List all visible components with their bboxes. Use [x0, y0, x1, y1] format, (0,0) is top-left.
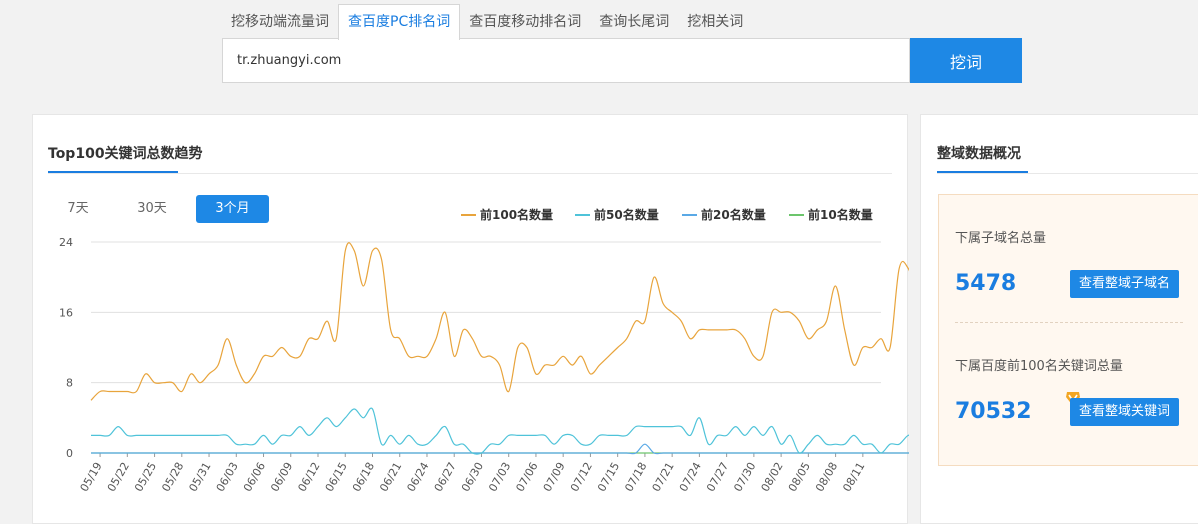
x-tick-label: 08/02: [759, 460, 786, 494]
x-tick-label: 06/09: [268, 460, 295, 494]
subdomain-total-label: 下属子域名总量: [955, 231, 1047, 246]
x-tick-label: 06/30: [459, 460, 486, 494]
x-tick-label: 06/18: [350, 460, 377, 494]
y-tick-label: 8: [66, 377, 73, 390]
y-tick-label: 0: [66, 447, 73, 460]
x-tick-label: 07/09: [541, 460, 568, 494]
search-mode-tabs: 挖移动端流量词 查百度PC排名词 查百度移动排名词 查询长尾词 挖相关词: [222, 4, 752, 40]
view-subdomains-button[interactable]: 查看整域子域名: [1070, 270, 1180, 298]
x-tick-label: 05/22: [105, 460, 132, 494]
x-tick-label: 06/27: [432, 460, 459, 494]
x-tick-label: 07/30: [731, 460, 758, 494]
search-bar: 挖词: [222, 38, 1022, 83]
tab-baidu-mobile-rank-words[interactable]: 查百度移动排名词: [460, 6, 590, 39]
tab-mobile-traffic-words[interactable]: 挖移动端流量词: [222, 6, 338, 39]
x-tick-label: 07/27: [704, 460, 731, 494]
domain-overview-card: 整域数据概况 下属子域名总量 5478 查看整域子域名 下属百度前100名关键词…: [920, 114, 1198, 524]
x-tick-label: 05/25: [132, 460, 159, 494]
domain-card-title: 整域数据概况: [937, 146, 1021, 162]
trend-chart: 08162405/19 05/22 05/25 05/28 05/31 06/03 06/0…: [59, 207, 909, 494]
legend-label: 前50名数量: [594, 207, 659, 222]
x-tick-label: 08/11: [840, 460, 867, 494]
tab-related-words[interactable]: 挖相关词: [678, 6, 752, 39]
x-tick-label: 08/05: [786, 460, 813, 494]
subdomain-total-value: 5478: [955, 271, 1017, 296]
legend-label: 前20名数量: [701, 207, 766, 222]
x-tick-label: 07/21: [650, 460, 677, 494]
dig-words-button[interactable]: 挖词: [910, 38, 1022, 83]
x-tick-label: 07/12: [568, 460, 595, 494]
top100-keywords-total-label: 下属百度前100名关键词总量: [955, 359, 1123, 374]
y-tick-label: 24: [59, 236, 73, 249]
series-line-1: [90, 242, 909, 401]
x-tick-label: 06/12: [295, 460, 322, 494]
x-tick-label: 05/31: [187, 460, 214, 494]
y-tick-label: 16: [59, 306, 73, 319]
series-line-3: [90, 443, 909, 455]
x-tick-label: 05/28: [159, 460, 186, 494]
stats-divider: [955, 322, 1183, 323]
x-tick-label: 07/24: [677, 460, 704, 494]
x-tick-label: 07/03: [486, 460, 513, 494]
view-keywords-button[interactable]: 查看整域关键词: [1070, 398, 1180, 426]
title-underline: [937, 171, 1028, 173]
series-line-2: [91, 407, 909, 455]
x-tick-label: 05/19: [78, 460, 105, 494]
x-tick-label: 06/24: [404, 460, 431, 494]
x-tick-label: 06/03: [214, 460, 241, 494]
x-tick-label: 06/15: [323, 460, 350, 494]
legend-label: 前10名数量: [808, 207, 873, 222]
stats-box: 下属子域名总量 5478 查看整域子域名 下属百度前100名关键词总量 7053…: [938, 194, 1198, 466]
x-tick-label: 06/21: [377, 460, 404, 494]
domain-input[interactable]: [222, 38, 910, 83]
trend-card: Top100关键词总数趋势 7天 30天 3个月 0 8 16 24 05/19 05/2…: [32, 114, 909, 524]
tab-long-tail-words[interactable]: 查询长尾词: [590, 6, 678, 39]
x-tick-label: 06/06: [241, 460, 268, 494]
x-tick-label: 07/18: [622, 460, 649, 494]
tab-baidu-pc-rank-words[interactable]: 查百度PC排名词: [338, 4, 461, 40]
x-tick-label: 08/08: [813, 460, 840, 494]
x-tick-label: 07/15: [595, 460, 622, 494]
x-tick-label: 07/06: [513, 460, 540, 494]
card-divider: [937, 173, 1198, 174]
top100-keywords-total-value: 70532: [955, 399, 1032, 424]
legend-label: 前100名数量: [480, 207, 553, 222]
